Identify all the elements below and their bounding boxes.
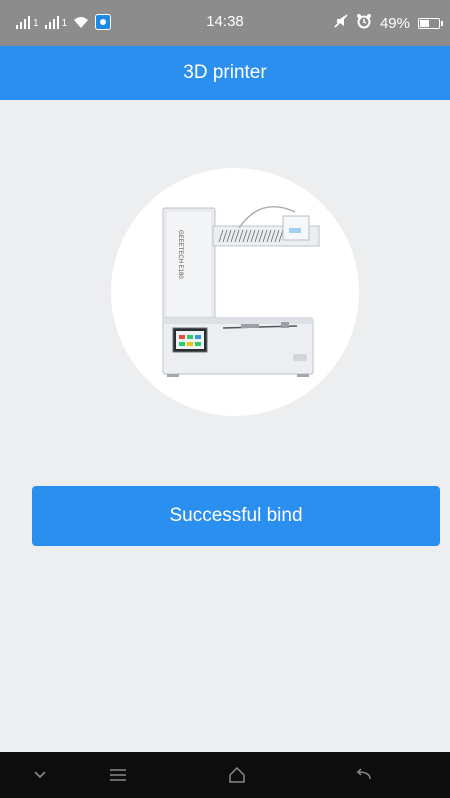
page-title: 3D printer [183,62,267,83]
screen: 1 1 14:38 49% 3D printer GEEETECH E180 S… [0,0,450,798]
home-icon[interactable] [225,764,249,786]
successful-bind-label: Successful bind [169,505,303,526]
device-brand-label: GEEETECH E180 [177,230,183,279]
status-bar: 1 1 14:38 49% [0,0,450,46]
back-icon[interactable] [350,764,374,786]
battery-percent: 49% [379,14,410,32]
title-bar: 3D printer [0,46,450,100]
menu-icon[interactable] [106,764,130,786]
battery-icon [418,17,443,29]
printer-image: GEEETECH E180 [111,168,359,416]
mute-icon [334,14,348,32]
successful-bind-button[interactable]: Successful bind [32,486,440,546]
chevron-down-icon[interactable] [28,764,52,786]
status-right-icons: 49% [334,13,443,33]
3d-printer-illustration-icon: GEEETECH E180 [162,205,320,377]
android-nav-bar [0,752,450,798]
alarm-icon [356,13,372,33]
